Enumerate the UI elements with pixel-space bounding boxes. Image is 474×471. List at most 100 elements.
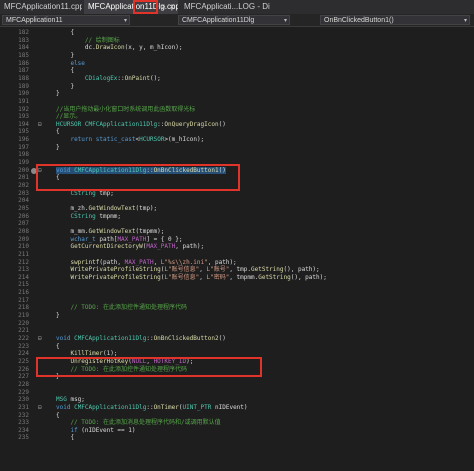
code-text: //当用户拖动最小化窗口时系统调用此函数取得光标 [56,105,196,113]
code-line[interactable]: 206 CString tmpmm; [0,213,474,221]
code-line[interactable]: 210 GetCurrentDirectoryW(MAX_PATH, path)… [0,243,474,251]
code-text: WritePrivateProfileString(L"账号信息", L"账号"… [70,266,320,274]
line-number: 193 [18,113,29,121]
line-number: 214 [18,273,29,281]
tab-label: MFCApplication11.cpp [4,2,82,11]
code-line[interactable]: 196 return static_cast<HCURSOR>(m_hIcon)… [0,136,474,144]
code-line[interactable]: 190} [0,90,474,98]
code-line[interactable]: 187 { [0,67,474,75]
code-line[interactable]: 218 // TODO: 在此添加控件通知处理程序代码 [0,304,474,312]
tab-dialog-resource[interactable]: MFCApplicati...LOG - Dialog [180,0,270,14]
line-number: 229 [18,388,29,396]
line-number: 210 [18,243,29,251]
code-text: { [56,67,75,75]
code-line[interactable]: 232 { [0,412,474,420]
line-number: 220 [18,319,29,327]
code-line[interactable]: 204 [0,197,474,205]
project-dropdown[interactable]: MFCApplication11 ▾ [2,15,130,25]
code-text: MSG msg; [56,396,85,404]
code-line[interactable]: 214 WritePrivateProfileString(L"账号信息", L… [0,274,474,282]
line-number: 225 [18,357,29,365]
code-line[interactable]: 209 wchar_t path[MAX_PATH] = { 0 }; [0,236,474,244]
code-line[interactable]: 228 [0,381,474,389]
code-line[interactable]: ⊟ 222 void CMFCApplication11Dlg::OnBnClick… [0,335,474,343]
code-text: GetCurrentDirectoryW(MAX_PATH, path); [70,243,205,251]
code-line[interactable]: 205 m_zh.GetWindowText(tmp); [0,205,474,213]
line-number: 191 [18,97,29,105]
code-line[interactable]: 188 CDialogEx::OnPaint(); [0,75,474,83]
class-dropdown[interactable]: CMFCApplication11Dlg ▾ [178,15,290,25]
code-line[interactable]: 221 [0,327,474,335]
code-line[interactable]: 185 } [0,52,474,60]
line-number: 221 [18,327,29,335]
line-number: 208 [18,227,29,235]
line-number: 207 [18,220,29,228]
member-dropdown[interactable]: OnBnClickedButton1() ▾ [320,15,470,25]
code-line[interactable]: ⊟ 194 HCURSOR CMFCApplication11Dlg::OnQuer… [0,121,474,129]
code-text: } [56,143,60,151]
line-number: 233 [18,419,29,427]
line-number: 200 [18,166,29,174]
line-number: 183 [18,36,29,44]
chevron-down-icon: ▾ [463,18,467,24]
code-line[interactable]: 230 MSG msg; [0,396,474,404]
code-line[interactable]: 191 [0,98,474,106]
member-label: OnBnClickedButton1() [324,17,394,24]
line-number: 203 [18,189,29,197]
code-text: { [56,411,60,419]
code-line[interactable]: 215 [0,281,474,289]
code-line[interactable]: 193 //显示。 [0,113,474,121]
code-line[interactable]: 186 else [0,60,474,68]
code-line[interactable]: 234 if (nIDEvent == 1) [0,427,474,435]
line-number: 218 [18,304,29,312]
code-text: CDialogEx::OnPaint(); [84,74,161,82]
code-text: { [56,434,75,442]
line-number: 190 [18,90,29,98]
line-number: 217 [18,296,29,304]
code-line[interactable]: 195 { [0,128,474,136]
code-editor[interactable]: 182 {183 // 绘制图标 184 dc.DrawIcon(x, y, m_… [0,27,474,471]
code-text: dc.DrawIcon(x, y, m_hIcon); [56,44,183,52]
line-number: 234 [18,426,29,434]
code-line[interactable]: 207 [0,220,474,228]
close-icon[interactable]: × [169,0,175,14]
code-line[interactable]: 182 { [0,29,474,37]
code-line[interactable]: 197} [0,144,474,152]
code-line[interactable]: 220 [0,320,474,328]
tab-app-cpp[interactable]: MFCApplication11.cpp [0,0,82,14]
line-number: 231 [18,403,29,411]
class-label: CMFCApplication11Dlg [182,17,255,24]
pin-icon[interactable]: ⊳ [160,0,166,14]
line-number: 202 [18,182,29,189]
code-line[interactable]: 192 //当用户拖动最小化窗口时系统调用此函数取得光标 [0,106,474,114]
code-line[interactable]: 229 [0,389,474,397]
code-line[interactable]: 223 { [0,343,474,351]
code-line[interactable]: ⊟ 231 void CMFCApplication11Dlg::OnTimer(U… [0,404,474,412]
line-number: 209 [18,235,29,243]
chevron-down-icon: ▾ [123,18,127,24]
code-text: wchar_t path[MAX_PATH] = { 0 }; [70,235,183,243]
code-line[interactable]: 213 WritePrivateProfileString(L"账号信息", L… [0,266,474,274]
fold-toggle-icon[interactable]: ⊟ [38,336,44,342]
code-line[interactable]: 219} [0,312,474,320]
code-line[interactable]: 189 } [0,83,474,91]
code-line[interactable]: 184 dc.DrawIcon(x, y, m_hIcon); [0,44,474,52]
fold-toggle-icon[interactable]: ⊟ [38,404,44,411]
line-number: 232 [18,411,29,419]
fold-toggle-icon[interactable]: ⊟ [38,121,44,128]
line-number: 222 [18,335,29,342]
line-number: 205 [18,204,29,212]
line-number: 187 [18,67,29,75]
line-number: 206 [18,212,29,220]
code-text: else [70,59,85,67]
code-line[interactable]: 235 { [0,434,474,442]
code-line[interactable]: 233 // TODO: 在此添加消息处理程序代码和/或调用默认值 [0,419,474,427]
code-line[interactable]: 211 [0,251,474,259]
code-line[interactable]: 212 swprintf(path, MAX_PATH, L"%s\\zh.in… [0,259,474,267]
code-line[interactable]: 216 [0,289,474,297]
code-line[interactable]: 183 // 绘制图标 [0,37,474,45]
code-line[interactable]: 198 [0,151,474,159]
code-line[interactable]: 208 m_mm.GetWindowText(tmpmm); [0,228,474,236]
line-number: 204 [18,197,29,205]
line-number: 196 [18,136,29,144]
